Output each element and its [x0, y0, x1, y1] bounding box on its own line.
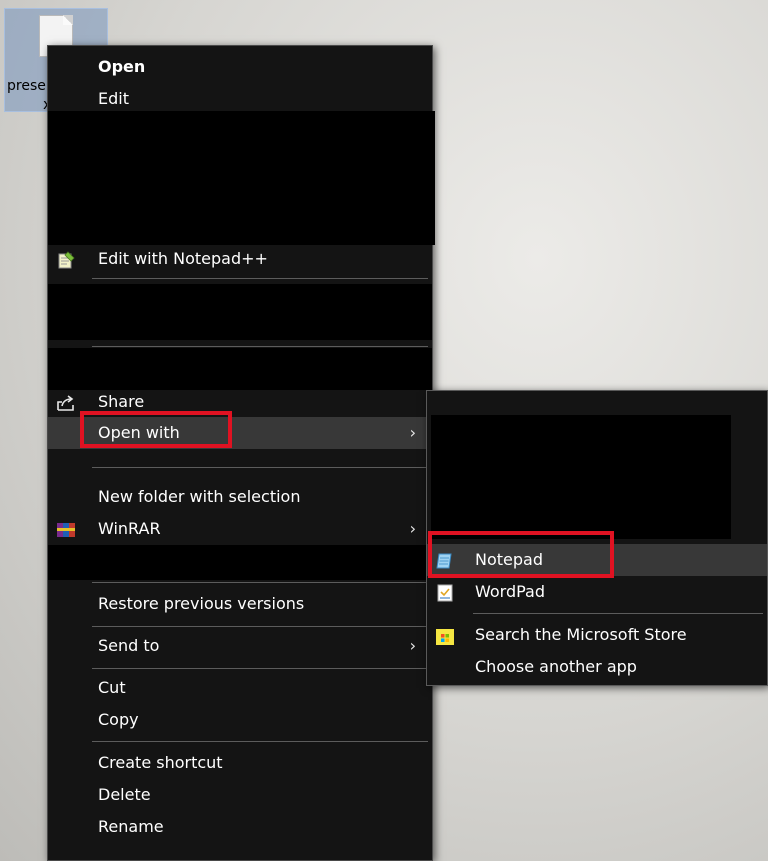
menu-item-label: Rename [98, 817, 164, 836]
menu-separator [473, 613, 763, 614]
store-icon [435, 625, 455, 645]
menu-item-edit-notepadpp[interactable]: Edit with Notepad++ [48, 243, 432, 275]
menu-item-label: Edit with Notepad++ [98, 249, 268, 268]
submenu-item-notepad[interactable]: Notepad [427, 544, 767, 576]
menu-item-label: Share [98, 392, 145, 411]
share-icon [56, 392, 76, 412]
menu-item-label: Restore previous versions [98, 594, 305, 613]
redacted-region [431, 415, 731, 539]
menu-separator [92, 346, 428, 347]
redacted-region [48, 545, 432, 580]
menu-item-cut[interactable]: Cut [48, 672, 432, 704]
menu-item-new-folder[interactable]: New folder with selection [48, 481, 432, 513]
menu-item-label: Send to [98, 636, 160, 655]
menu-separator [92, 582, 428, 583]
submenu-item-label: Search the Microsoft Store [475, 625, 687, 644]
submenu-item-label: Choose another app [475, 657, 637, 676]
redacted-region [48, 111, 435, 245]
menu-item-label: Delete [98, 785, 151, 804]
menu-separator [92, 278, 428, 279]
menu-item-label: Create shortcut [98, 753, 223, 772]
submenu-item-choose-app[interactable]: Choose another app [427, 651, 767, 683]
menu-item-open[interactable]: Open [48, 51, 432, 83]
menu-item-label: Open with [98, 423, 180, 442]
menu-item-send-to[interactable]: Send to › [48, 630, 432, 662]
menu-item-delete[interactable]: Delete [48, 779, 432, 811]
menu-separator [92, 741, 428, 742]
notepad-icon [435, 550, 455, 570]
menu-item-label: Cut [98, 678, 126, 697]
menu-separator [92, 467, 428, 468]
submenu-item-label: Notepad [475, 550, 543, 569]
context-menu: Open Edit Edit with Notepad++ Share Open… [47, 45, 435, 861]
menu-item-rename[interactable]: Rename [48, 811, 432, 843]
menu-item-label: Open [98, 57, 146, 76]
menu-item-restore[interactable]: Restore previous versions [48, 588, 432, 620]
menu-item-winrar[interactable]: WinRAR › [48, 513, 432, 545]
menu-item-label: WinRAR [98, 519, 161, 538]
menu-item-create-shortcut[interactable]: Create shortcut [48, 747, 432, 779]
redacted-region [48, 348, 432, 390]
submenu-item-wordpad[interactable]: WordPad [427, 576, 767, 608]
chevron-right-icon: › [409, 636, 416, 655]
chevron-right-icon: › [409, 519, 416, 538]
menu-separator [92, 626, 428, 627]
menu-separator [92, 668, 428, 669]
menu-item-label: New folder with selection [98, 487, 301, 506]
menu-item-share[interactable]: Share [48, 386, 432, 418]
chevron-right-icon: › [409, 423, 416, 442]
notepadpp-icon [56, 249, 76, 269]
menu-item-open-with[interactable]: Open with › [48, 417, 432, 449]
submenu-item-label: WordPad [475, 582, 546, 601]
wordpad-icon [435, 582, 455, 602]
menu-item-label: Copy [98, 710, 139, 729]
winrar-icon [56, 519, 76, 539]
open-with-submenu: Notepad WordPad Search the Microsoft Sto… [426, 390, 768, 686]
submenu-item-store[interactable]: Search the Microsoft Store [427, 619, 767, 651]
menu-item-copy[interactable]: Copy [48, 704, 432, 736]
redacted-region [48, 284, 432, 340]
